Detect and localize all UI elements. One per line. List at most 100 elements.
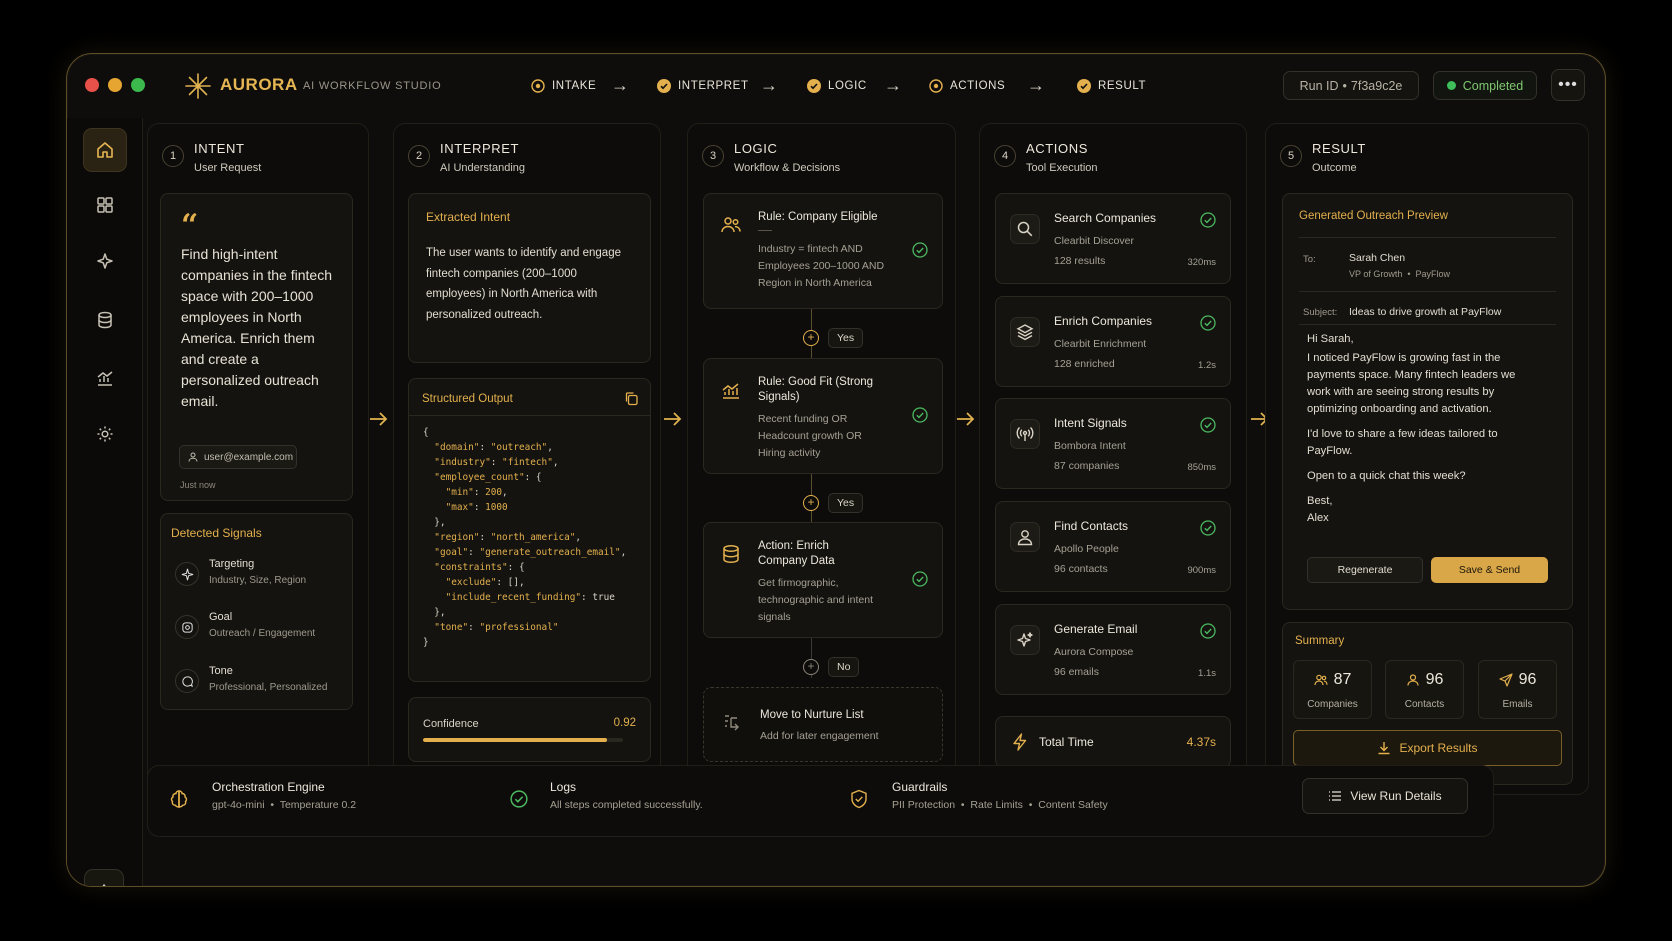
avatar[interactable]: A <box>84 869 124 886</box>
list-move-icon <box>725 715 739 731</box>
close-window-button[interactable] <box>85 78 99 92</box>
arrow-right-icon: → <box>760 75 778 95</box>
database-icon <box>723 544 739 564</box>
target-icon <box>531 79 545 93</box>
rule-company-eligible-card[interactable]: Rule: Company Eligible Industry = fintec… <box>703 193 943 309</box>
minimize-window-button[interactable] <box>108 78 122 92</box>
intent-column: 1 INTENT User Request “ Find high-intent… <box>147 123 369 795</box>
brain-icon <box>170 790 188 808</box>
app-window: AURORA AI WORKFLOW STUDIO INTAKE → INTER… <box>66 53 1606 887</box>
check-circle-icon <box>510 790 528 808</box>
branch-yes-tag: Yes <box>828 493 864 513</box>
pipeline-step-result[interactable]: RESULT <box>1077 74 1146 98</box>
quote-icon: “ <box>181 208 199 243</box>
check-circle-icon <box>1200 315 1216 331</box>
stat-companies: 87 Companies <box>1293 660 1372 719</box>
pipeline-step-interpret[interactable]: INTERPRET <box>657 74 749 98</box>
sidebar-item-home[interactable] <box>83 128 127 172</box>
action-generate-email[interactable]: Generate Email Aurora Compose 96 emails … <box>995 604 1231 695</box>
save-send-button[interactable]: Save & Send <box>1431 557 1548 583</box>
action-find-contacts[interactable]: Find Contacts Apollo People 96 contacts … <box>995 501 1231 592</box>
arrow-right-icon: → <box>1027 75 1045 95</box>
check-circle-icon <box>912 242 928 258</box>
branch-no-tag: No <box>828 657 860 677</box>
sidebar-item-settings[interactable] <box>83 412 127 456</box>
bottom-status-bar: Orchestration Engine gpt-4o-mini • Tempe… <box>147 765 1494 837</box>
branch-yes-tag: Yes <box>828 328 864 348</box>
user-icon <box>188 452 198 462</box>
nurture-list-card[interactable]: Move to Nurture List Add for later engag… <box>703 687 943 762</box>
result-column: 5 RESULT Outcome Generated Outreach Prev… <box>1265 123 1589 795</box>
pipeline-step-intake[interactable]: INTAKE <box>531 74 596 98</box>
export-results-button[interactable]: Export Results <box>1293 730 1562 766</box>
arrow-right-icon: → <box>611 75 629 95</box>
timestamp: Just now <box>180 480 216 490</box>
check-circle-icon <box>1200 623 1216 639</box>
recipient-details: VP of Growth • PayFlow <box>1349 269 1451 279</box>
sidebar-item-data[interactable] <box>83 298 127 342</box>
users-icon <box>1313 674 1328 686</box>
flow-arrow-icon <box>370 412 388 426</box>
maximize-window-button[interactable] <box>131 78 145 92</box>
check-circle-icon <box>912 571 928 587</box>
send-icon <box>1498 673 1513 687</box>
structured-output-code: { "domain": "outreach", "industry": "fin… <box>423 427 627 648</box>
check-circle-icon <box>1077 79 1091 93</box>
grid-icon <box>97 197 113 213</box>
outreach-preview-card: Generated Outreach Preview To: Sarah Che… <box>1282 193 1573 610</box>
more-options-button[interactable]: ••• <box>1551 69 1585 101</box>
branch-node: + <box>803 659 819 675</box>
summary-card: Summary 87 Companies 96 Contacts 96 Emai… <box>1282 622 1573 785</box>
flow-arrow-icon <box>957 412 975 426</box>
home-icon <box>97 142 113 158</box>
more-horizontal-icon: ••• <box>1558 76 1578 93</box>
crosshair-icon <box>175 562 199 586</box>
run-id-badge[interactable]: Run ID • 7f3a9c2e <box>1283 71 1419 100</box>
user-request-card: “ Find high-intent companies in the fint… <box>160 193 353 501</box>
user-icon <box>1406 674 1419 686</box>
branch-node: + <box>803 495 819 511</box>
extracted-intent-text: The user wants to identify and engage fi… <box>426 247 621 321</box>
check-circle-icon <box>1200 520 1216 536</box>
email-recipient: Sarah Chen <box>1349 252 1406 264</box>
status-badge: Completed <box>1433 71 1537 100</box>
detected-signals-title: Detected Signals <box>171 526 262 540</box>
email-subject: Ideas to drive growth at PayFlow <box>1349 306 1502 318</box>
sparkle-icon <box>1010 625 1040 655</box>
list-icon <box>1329 791 1342 801</box>
sidebar-item-ai[interactable] <box>83 240 127 284</box>
total-time-card: Total Time 4.37s <box>995 716 1231 768</box>
flow-arrow-icon <box>664 412 682 426</box>
layers-icon <box>1010 317 1040 347</box>
action-search-companies[interactable]: Search Companies Clearbit Discover 128 r… <box>995 193 1231 284</box>
arrow-right-icon: → <box>884 75 902 95</box>
sidebar-item-dashboard[interactable] <box>83 183 127 227</box>
rule-good-fit-card[interactable]: Rule: Good Fit (Strong Signals) Recent f… <box>703 358 943 474</box>
email-body: Hi Sarah, I noticed PayFlow is growing f… <box>1307 333 1516 524</box>
action-enrich-companies[interactable]: Enrich Companies Clearbit Enrichment 128… <box>995 296 1231 387</box>
user-chip[interactable]: user@example.com <box>179 445 297 469</box>
chat-bubble-icon <box>175 669 199 693</box>
confidence-fill <box>423 738 607 742</box>
copy-icon[interactable] <box>624 391 639 406</box>
sidebar-item-analytics[interactable] <box>83 356 127 400</box>
check-circle-icon <box>1200 417 1216 433</box>
status-dot-icon <box>1446 81 1456 90</box>
sparkle-icon <box>97 253 113 269</box>
stat-emails: 96 Emails <box>1478 660 1557 719</box>
branch-node: + <box>803 330 819 346</box>
pipeline-step-logic[interactable]: LOGIC <box>807 74 867 98</box>
confidence-bar <box>423 738 623 742</box>
action-enrich-card[interactable]: Action: Enrich Company Data Get firmogra… <box>703 522 943 638</box>
app-subtitle: AI WORKFLOW STUDIO <box>303 80 442 92</box>
regenerate-button[interactable]: Regenerate <box>1307 557 1423 583</box>
action-intent-signals[interactable]: Intent Signals Bombora Intent 87 compani… <box>995 398 1231 489</box>
check-circle-icon <box>657 79 671 93</box>
logic-column: 3 LOGIC Workflow & Decisions Rule: Compa… <box>687 123 956 795</box>
gear-icon <box>97 426 113 442</box>
check-circle-icon <box>912 407 928 423</box>
pipeline-step-actions[interactable]: ACTIONS <box>929 74 1005 98</box>
extracted-intent-card: Extracted Intent The user wants to ident… <box>408 193 651 363</box>
broadcast-icon <box>1010 419 1040 449</box>
view-run-details-button[interactable]: View Run Details <box>1302 778 1468 814</box>
